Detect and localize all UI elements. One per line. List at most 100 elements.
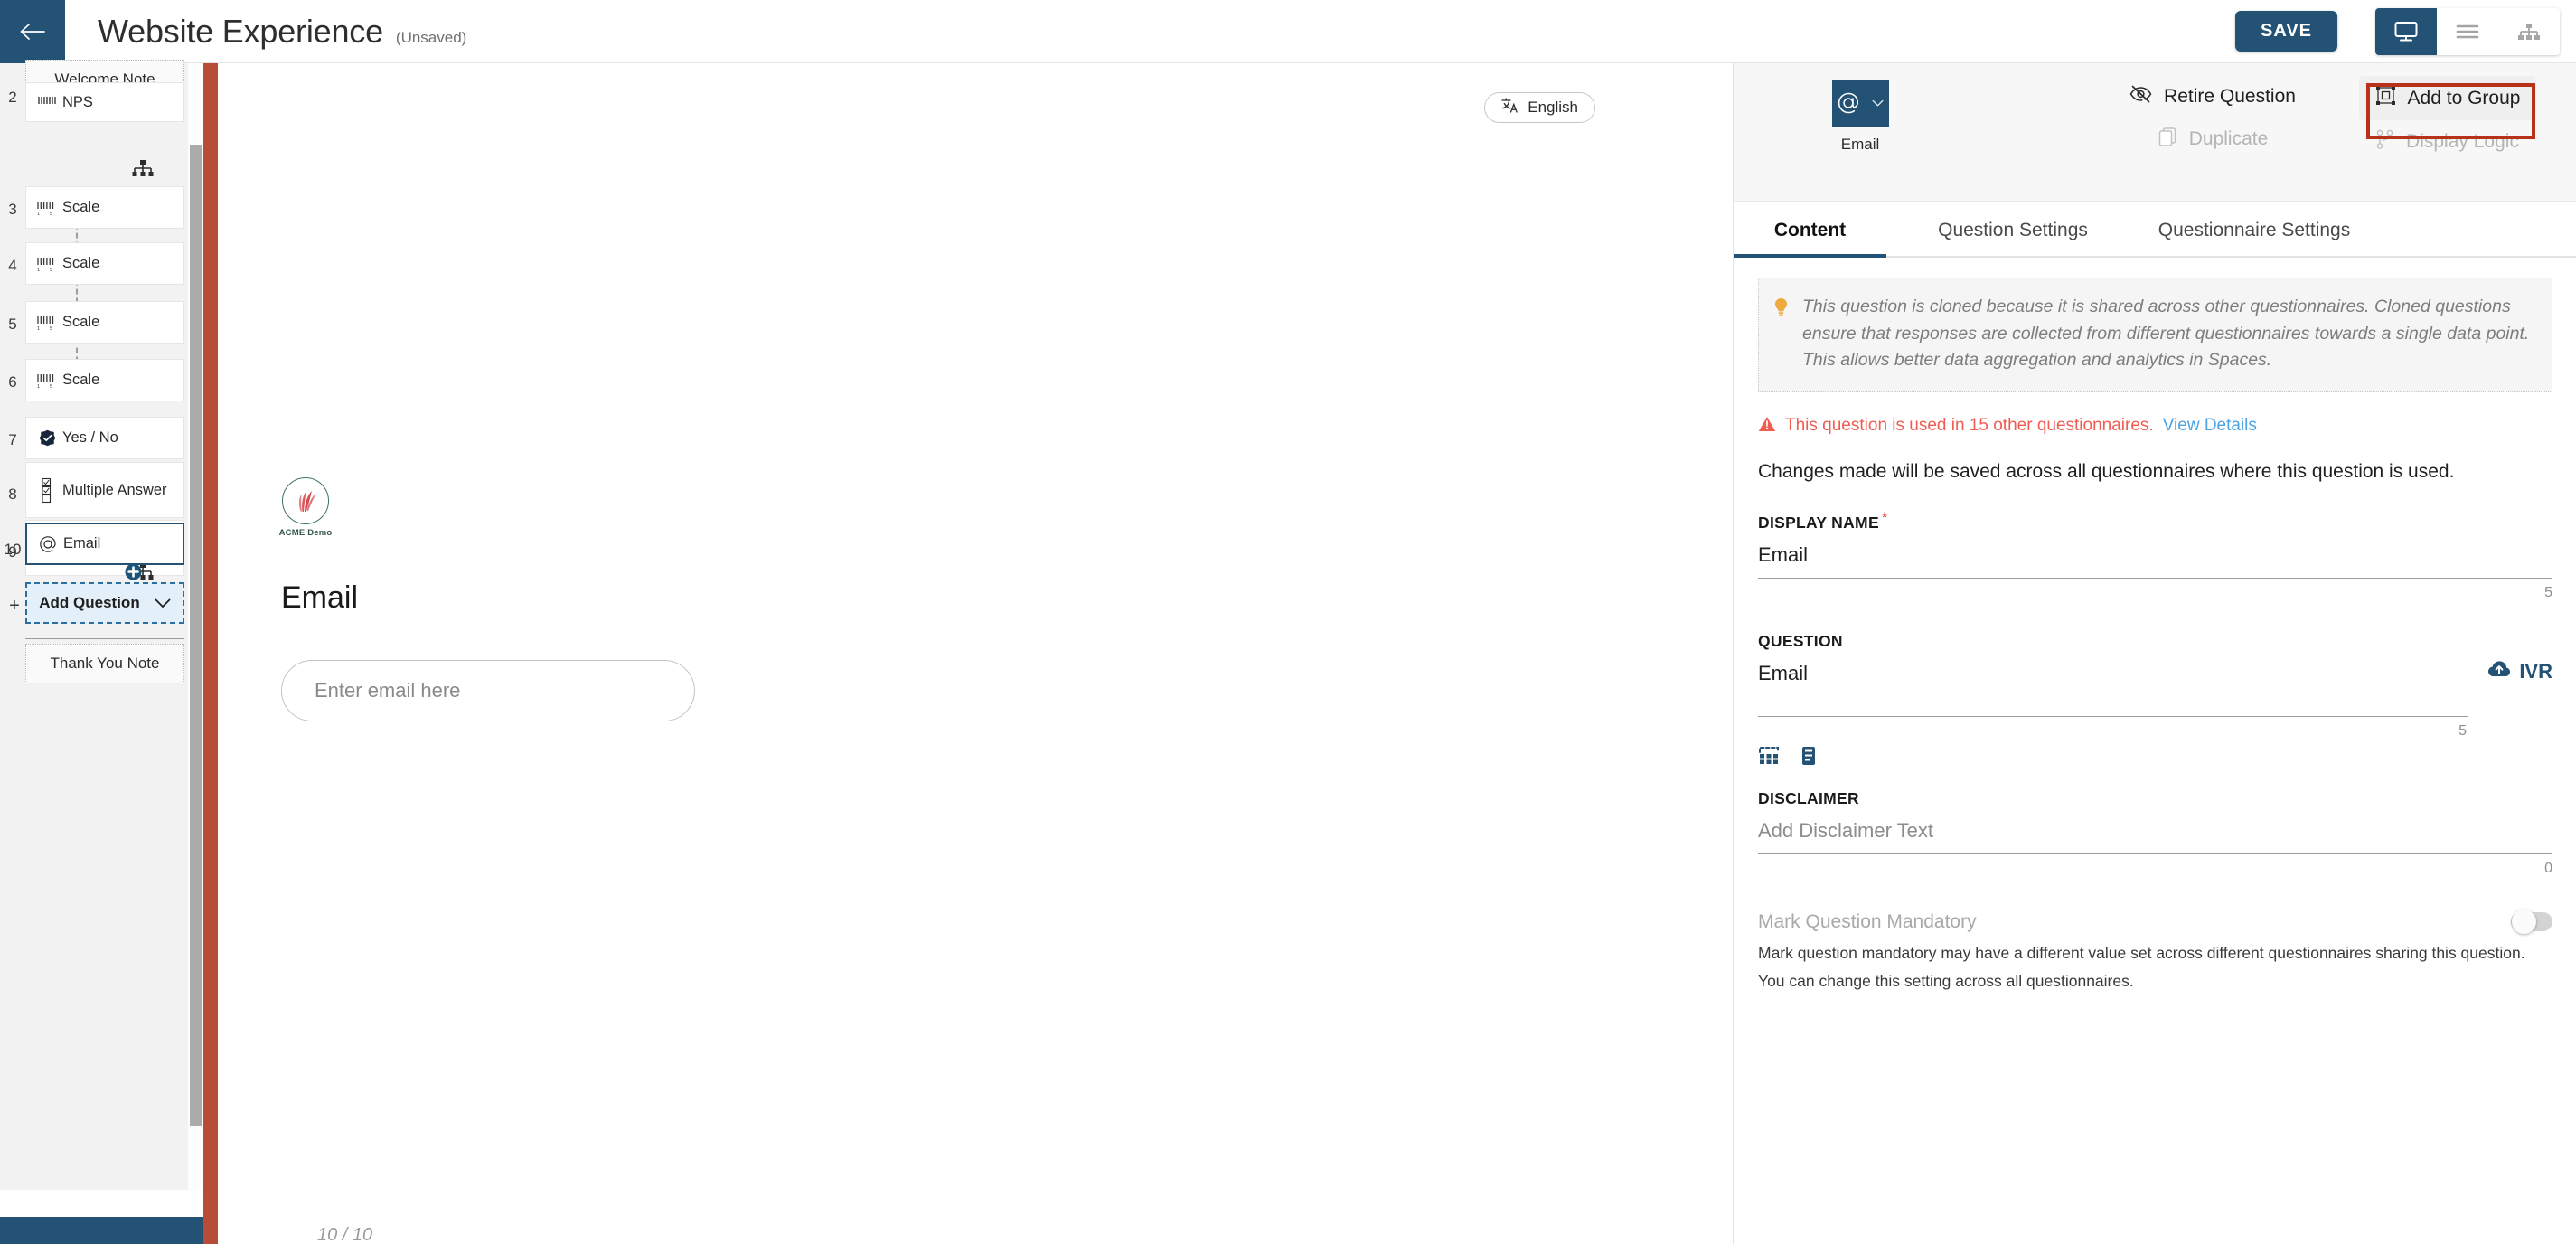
svg-text:5: 5 xyxy=(50,384,52,389)
editor-header-actions: Retire Question Duplicate Add to Group D… xyxy=(2095,76,2565,164)
preview-email-input[interactable] xyxy=(281,660,695,721)
question-label: NPS xyxy=(62,93,93,110)
action-column-2: Add to Group Display Logic xyxy=(2330,76,2565,164)
question-type-button[interactable] xyxy=(1831,80,1889,127)
changes-note: Changes made will be saved across all qu… xyxy=(1758,460,2455,482)
sitemap-icon xyxy=(2518,23,2540,40)
branch-icon-after-q2[interactable] xyxy=(132,159,154,184)
view-mode-desktop-button[interactable] xyxy=(2375,7,2437,55)
question-label: Scale xyxy=(62,255,100,272)
app-root: Website Experience (Unsaved) SAVE Welcom… xyxy=(0,0,2576,1244)
chevron-down-icon xyxy=(155,598,171,608)
question-card-yes-no[interactable]: Yes / No xyxy=(25,417,184,459)
keypad-icon[interactable] xyxy=(1758,746,1780,766)
sitemap-icon xyxy=(132,160,154,176)
duplicate-label: Duplicate xyxy=(2188,128,2269,149)
mandatory-toggle[interactable] xyxy=(2511,909,2552,935)
language-selector[interactable]: English xyxy=(1484,92,1595,123)
question-number: 2 xyxy=(8,89,17,106)
at-sign-icon xyxy=(33,535,63,553)
form-field-icon[interactable] xyxy=(1801,746,1816,766)
accent-bar xyxy=(203,63,218,1244)
editor-body: This question is cloned because it is sh… xyxy=(1734,258,2576,1244)
view-mode-tree-button[interactable] xyxy=(2498,7,2560,55)
duplicate-button: Duplicate xyxy=(2141,118,2285,161)
branch-icon xyxy=(2376,129,2394,155)
language-label: English xyxy=(1528,99,1578,116)
tab-question-settings[interactable]: Question Settings xyxy=(1912,220,2114,256)
svg-text:1: 1 xyxy=(37,268,40,272)
save-button[interactable]: SAVE xyxy=(2235,11,2337,52)
ivr-upload-button[interactable]: IVR xyxy=(2487,660,2552,683)
view-mode-list-button[interactable] xyxy=(2437,7,2498,55)
question-label: Multiple Answer xyxy=(62,481,167,498)
question-number: 5 xyxy=(8,316,17,333)
question-number: 3 xyxy=(8,201,17,218)
question-number: 7 xyxy=(8,431,17,448)
question-number: 8 xyxy=(8,485,17,503)
logo-caption: ACME Demo xyxy=(278,528,333,538)
view-mode-group xyxy=(2375,7,2560,55)
brand-logo: ACME Demo xyxy=(277,477,334,538)
question-input-col xyxy=(1758,650,2468,717)
required-mark: * xyxy=(1881,508,1888,526)
monitor-icon xyxy=(2394,21,2418,41)
logo-mark-icon xyxy=(282,477,329,524)
check-badge-icon xyxy=(32,429,62,447)
usage-warning: This question is used in 15 other questi… xyxy=(1758,416,2552,437)
question-card-multiple-answer[interactable]: Multiple Answer xyxy=(25,462,184,518)
unsaved-status: (Unsaved) xyxy=(395,28,467,46)
question-label: Scale xyxy=(62,372,100,389)
mandatory-help-line-1: Mark question mandatory may have a diffe… xyxy=(1758,943,2525,962)
tab-content[interactable]: Content xyxy=(1734,220,1886,258)
view-details-link[interactable]: View Details xyxy=(2163,416,2257,436)
question-card-scale-6[interactable]: 1 5 Scale xyxy=(25,359,184,401)
question-tools xyxy=(1758,746,2552,766)
group-frame-icon xyxy=(2375,85,2396,111)
action-column-1: Retire Question Duplicate xyxy=(2095,76,2330,164)
cloned-question-callout: This question is cloned because it is sh… xyxy=(1758,278,2552,392)
question-list-sidebar: Welcome Note 2 NPS 3 1 5 Scale 4 1 5 Sca… xyxy=(0,60,188,1190)
question-label: Yes / No xyxy=(62,429,118,447)
at-sign-icon xyxy=(1838,92,1858,114)
question-number: 6 xyxy=(8,373,17,391)
retire-question-button[interactable]: Retire Question xyxy=(2113,76,2312,118)
question-label: Email xyxy=(63,535,101,552)
back-button[interactable] xyxy=(0,0,65,63)
scale-ticks-icon: 1 5 xyxy=(32,315,62,331)
scale-ticks-icon: 1 5 xyxy=(32,372,62,389)
add-question-button[interactable]: Add Question xyxy=(25,582,184,624)
question-card-nps[interactable]: NPS xyxy=(25,82,184,122)
tab-questionnaire-settings[interactable]: Questionnaire Settings xyxy=(2141,220,2367,256)
question-card-scale-5[interactable]: 1 5 Scale xyxy=(25,301,184,344)
add-to-group-button[interactable]: Add to Group xyxy=(2358,76,2537,120)
question-type-block: Email xyxy=(1824,80,1896,154)
scale-ticks-icon: 1 5 xyxy=(32,256,62,272)
disclaimer-input[interactable] xyxy=(1758,807,2552,854)
add-question-label: Add Question xyxy=(39,594,140,611)
scale-ticks-icon: 1 5 xyxy=(32,200,62,216)
title-area: Website Experience (Unsaved) xyxy=(98,13,466,51)
cloud-upload-icon xyxy=(2487,660,2511,683)
cloned-question-text: This question is cloned because it is sh… xyxy=(1802,297,2530,371)
mandatory-label: Mark Question Mandatory xyxy=(1758,910,1977,932)
svg-text:1: 1 xyxy=(37,212,40,216)
question-card-email[interactable]: Email xyxy=(25,523,184,565)
list-icon xyxy=(2456,24,2479,38)
thank-you-note-item[interactable]: Thank You Note xyxy=(25,644,184,683)
display-name-counter: 5 xyxy=(2544,584,2552,600)
sidebar-scrollbar-thumb[interactable] xyxy=(190,145,202,1126)
scale-ticks-icon xyxy=(32,95,62,109)
question-counter: 5 xyxy=(2458,722,2467,739)
question-card-scale-4[interactable]: 1 5 Scale xyxy=(25,242,184,285)
usage-warning-text: This question is used in 15 other questi… xyxy=(1785,416,2154,436)
mandatory-row: Mark Question Mandatory xyxy=(1758,909,2552,935)
editor-header: Email Retire Question Duplicate Add to G… xyxy=(1734,63,2576,202)
question-card-scale-3[interactable]: 1 5 Scale xyxy=(25,186,184,229)
footer-bar xyxy=(0,1217,203,1244)
question-input[interactable] xyxy=(1758,650,2468,717)
svg-text:5: 5 xyxy=(50,326,52,331)
display-name-input[interactable] xyxy=(1758,532,2552,579)
add-to-group-label: Add to Group xyxy=(2407,87,2521,108)
display-logic-button: Display Logic xyxy=(2360,120,2535,164)
